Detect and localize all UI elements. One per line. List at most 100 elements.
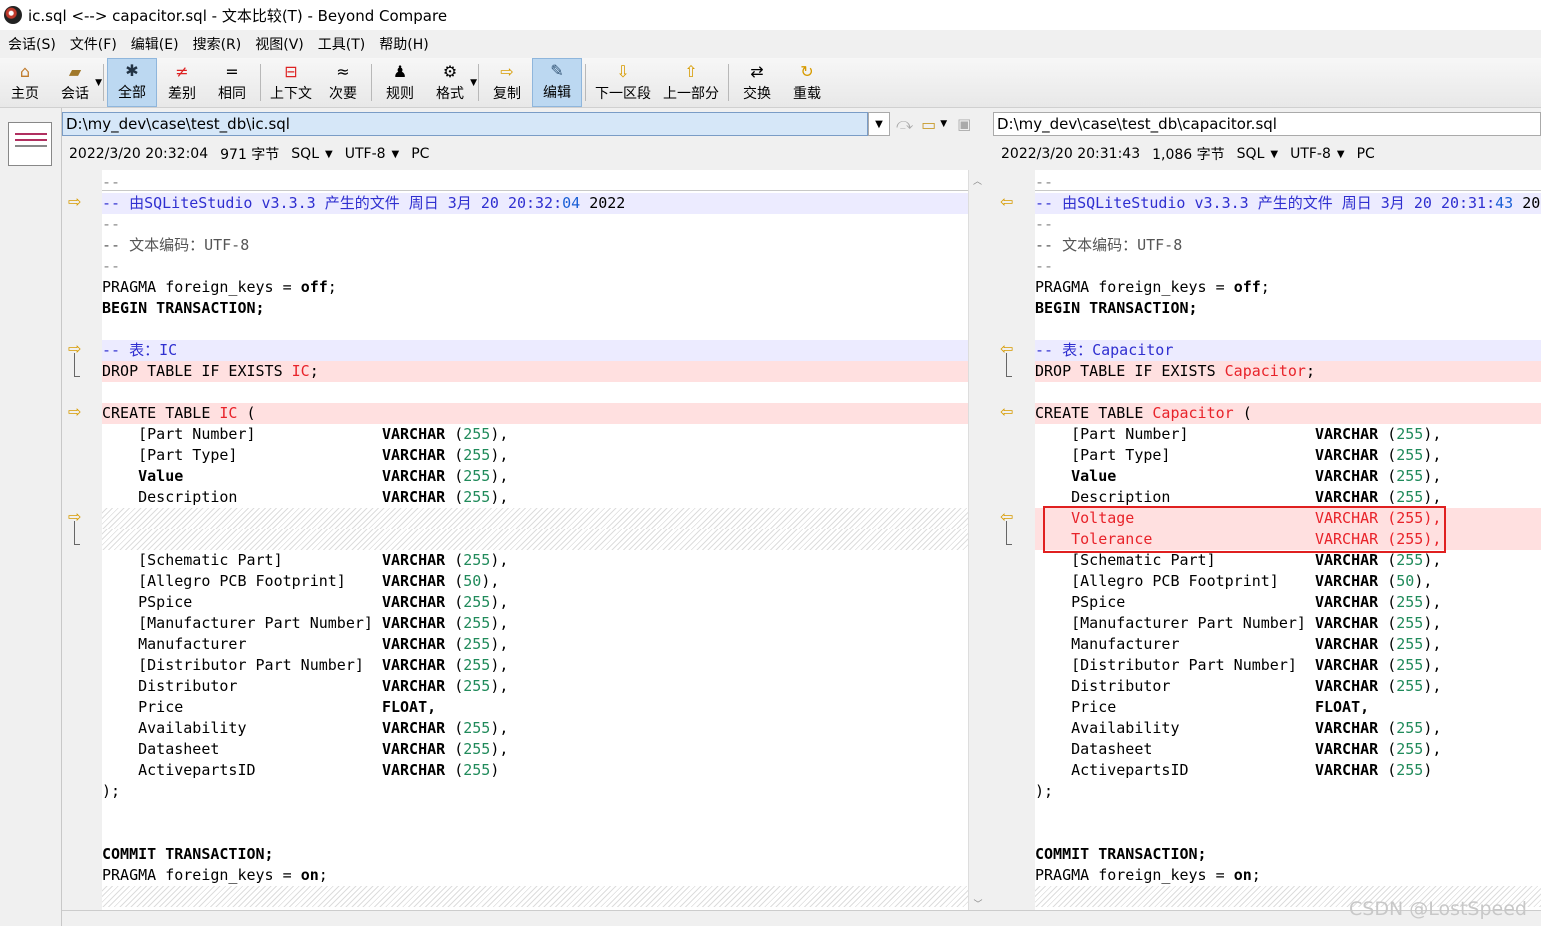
code-line: [Distributor Part Number] VARCHAR (255), [1035, 656, 1442, 674]
code-line: Description VARCHAR (255), [102, 488, 509, 506]
chevron-down-icon[interactable]: ▼ [1337, 149, 1345, 160]
save-icon[interactable]: ▣ [957, 115, 971, 133]
code-line: -- [1035, 215, 1054, 233]
menu-search[interactable]: 搜索(R) [185, 34, 248, 54]
code-line: -- 表：IC [102, 340, 968, 361]
menu-tools[interactable]: 工具(T) [310, 34, 371, 54]
format-button[interactable]: ⚙ 格式 ▼ [425, 58, 477, 107]
code-line: PSpice VARCHAR (255), [102, 593, 509, 611]
reload-button[interactable]: ↻ 重载 [782, 58, 832, 107]
menu-session[interactable]: 会话(S) [0, 34, 62, 54]
home-icon: ⌂ [19, 62, 31, 81]
code-line: Description VARCHAR (255), [1035, 488, 1442, 506]
swap-button[interactable]: ⇄ 交换 [732, 58, 782, 107]
code-line: [Schematic Part] VARCHAR (255), [102, 551, 509, 569]
right-file-info: 2022/3/20 20:31:43 1,086 字节 SQL ▼ UTF-8 ▼ … [1001, 141, 1375, 167]
left-vertical-scrollbar[interactable]: ︿ ﹀ [968, 170, 986, 910]
referee-icon: ♟ [392, 62, 408, 81]
code-line: [Part Number] VARCHAR (255), [102, 425, 509, 443]
left-path-input[interactable]: D:\my_dev\case\test_db\ic.sql [62, 112, 868, 136]
menu-file[interactable]: 文件(F) [62, 34, 123, 54]
pane-splitter[interactable] [986, 108, 993, 926]
code-line: DROP TABLE IF EXISTS IC; [102, 361, 968, 382]
show-diffs-button[interactable]: ≠ 差别 [157, 58, 207, 107]
status-strip [62, 910, 1541, 926]
code-line: -- 文本编码：UTF-8 [1035, 236, 1183, 254]
left-path-row: D:\my_dev\case\test_db\ic.sql ▼ ⤼ ▭ ▼ ▣ [62, 110, 992, 138]
right-format[interactable]: SQL [1237, 146, 1265, 162]
minor-button[interactable]: ≈ 次要 [318, 58, 368, 107]
code-line: -- [102, 257, 121, 275]
chevron-down-icon[interactable]: ▼ [392, 149, 400, 160]
show-same-button[interactable]: = 相同 [207, 58, 257, 107]
copy-button[interactable]: ⇨ 复制 [482, 58, 532, 107]
asterisk-icon: ✱ [125, 61, 139, 80]
right-path-row: D:\my_dev\case\test_db\capacitor.sql [993, 110, 1541, 138]
overview-thumbnail[interactable] [8, 122, 52, 166]
reload-icon: ↻ [800, 62, 814, 81]
next-section-button[interactable]: ⇩ 下一区段 [589, 58, 657, 107]
rules-button[interactable]: ♟ 规则 [375, 58, 425, 107]
code-line: -- [1035, 257, 1054, 275]
arrow-left-icon[interactable]: ⇦ [1000, 402, 1013, 421]
code-line: PRAGMA foreign_keys = on; [102, 866, 328, 884]
code-line: Manufacturer VARCHAR (255), [1035, 635, 1442, 653]
code-line: [Part Number] VARCHAR (255), [1035, 425, 1442, 443]
code-line: Price FLOAT, [1035, 698, 1370, 716]
right-path-input[interactable]: D:\my_dev\case\test_db\capacitor.sql [993, 112, 1541, 136]
right-encoding[interactable]: UTF-8 [1290, 146, 1331, 162]
pane-top-border [1035, 190, 1541, 191]
approx-icon: ≈ [336, 62, 350, 81]
prev-section-button[interactable]: ⇧ 上一部分 [657, 58, 725, 107]
home-button[interactable]: ⌂ 主页 [0, 58, 50, 107]
beyond-compare-logo-icon [4, 6, 22, 24]
diff-range-bracket [1006, 353, 1012, 377]
menu-help[interactable]: 帮助(H) [371, 34, 434, 54]
code-line: [Allegro PCB Footprint] VARCHAR (50), [1035, 572, 1433, 590]
edit-button[interactable]: ✎ 编辑 [532, 58, 582, 107]
chevron-down-icon[interactable]: ▼ [940, 119, 947, 129]
code-line: Price FLOAT, [102, 698, 437, 716]
code-line: PSpice VARCHAR (255), [1035, 593, 1442, 611]
arrow-right-icon[interactable]: ⇨ [68, 192, 81, 211]
left-lineend[interactable]: PC [411, 146, 429, 162]
code-line: [Part Type] VARCHAR (255), [102, 446, 509, 464]
arrow-left-icon[interactable]: ⇦ [1000, 192, 1013, 211]
chevron-down-icon[interactable]: ▼ [325, 149, 333, 160]
history-icon[interactable]: ⤼ [896, 114, 913, 134]
session-button[interactable]: ▰ 会话 ▼ [50, 58, 102, 107]
show-all-button[interactable]: ✱ 全部 [107, 58, 157, 107]
code-line: Datasheet VARCHAR (255), [102, 740, 509, 758]
left-file-info: 2022/3/20 20:32:04 971 字节 SQL ▼ UTF-8 ▼ PC [69, 141, 429, 167]
left-path-dropdown-icon[interactable]: ▼ [868, 112, 890, 136]
left-format[interactable]: SQL [291, 146, 319, 162]
code-line: Manufacturer VARCHAR (255), [102, 635, 509, 653]
code-line: [Part Type] VARCHAR (255), [1035, 446, 1442, 464]
code-line: COMMIT TRANSACTION; [102, 845, 274, 863]
right-date: 2022/3/20 20:31:43 [1001, 146, 1141, 162]
code-line: -- 由SQLiteStudio v3.3.3 产生的文件 周日 3月 20 2… [102, 193, 968, 214]
left-date: 2022/3/20 20:32:04 [69, 146, 209, 162]
code-line: PRAGMA foreign_keys = off; [102, 278, 337, 296]
arrow-right-icon[interactable]: ⇨ [68, 402, 81, 421]
left-text-pane[interactable]: -- -- 由SQLiteStudio v3.3.3 产生的文件 周日 3月 20… [102, 170, 968, 910]
right-size: 1,086 字节 [1152, 147, 1225, 163]
chevron-down-icon[interactable]: ▼ [470, 78, 477, 88]
not-equal-icon: ≠ [175, 62, 189, 81]
right-lineend[interactable]: PC [1357, 146, 1375, 162]
watermark: CSDN @LostSpeed [1349, 898, 1527, 920]
menu-edit[interactable]: 编辑(E) [123, 34, 185, 54]
code-line: [Distributor Part Number] VARCHAR (255), [102, 656, 509, 674]
code-line: CREATE TABLE Capacitor ( [1035, 403, 1541, 424]
menu-view[interactable]: 视图(V) [247, 34, 310, 54]
code-line: CREATE TABLE IC ( [102, 403, 968, 424]
code-line [102, 886, 968, 907]
chevron-down-icon[interactable]: ▼ [1270, 149, 1278, 160]
left-encoding[interactable]: UTF-8 [345, 146, 386, 162]
chevron-down-icon[interactable]: ▼ [95, 78, 102, 88]
context-button[interactable]: ⊟ 上下文 [264, 58, 318, 107]
open-folder-icon[interactable]: ▭ [921, 115, 936, 134]
pane-top-border [102, 190, 968, 191]
